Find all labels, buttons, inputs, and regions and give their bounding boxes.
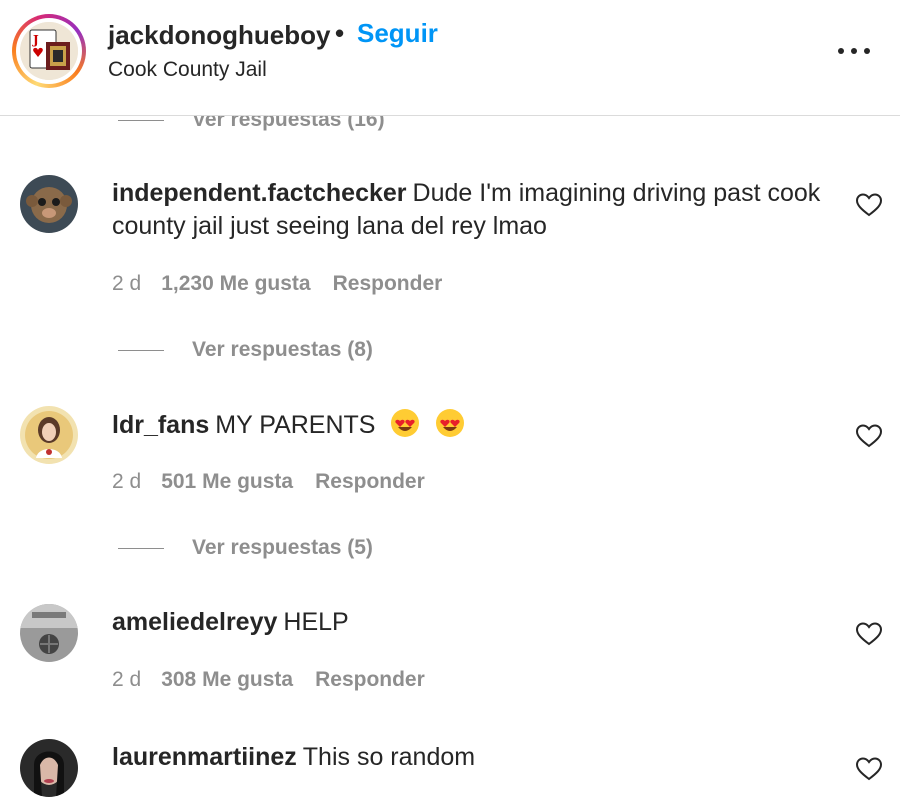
reply-divider-line [118, 547, 164, 550]
commenter-avatar[interactable] [20, 406, 78, 464]
like-heart-icon[interactable] [855, 622, 883, 646]
comment-text: ameliedelreyy HELP [112, 606, 832, 639]
comment-likes[interactable]: 308 Me gusta [161, 668, 293, 691]
comment-text: independent.factchecker Dude I'm imaginin… [112, 177, 832, 243]
comment-likes[interactable]: 1,230 Me gusta [161, 272, 310, 295]
svg-text:J: J [32, 33, 39, 47]
commenter-username[interactable]: laurenmartiinez [112, 743, 297, 771]
follow-button[interactable]: Seguir [357, 18, 438, 49]
post-location[interactable]: Cook County Jail [108, 58, 267, 82]
view-replies-button[interactable]: Ver respuestas (8) [118, 338, 373, 362]
comment-text: ldr_fans MY PARENTS [112, 408, 832, 442]
commenter-username[interactable]: ameliedelreyy [112, 608, 277, 636]
comment-time[interactable]: 2 d [112, 470, 141, 493]
like-heart-icon[interactable] [855, 757, 883, 781]
commenter-username[interactable]: ldr_fans [112, 411, 209, 439]
comment-content: This so random [302, 743, 476, 771]
like-heart-icon[interactable] [855, 193, 883, 217]
comment-likes[interactable]: 501 Me gusta [161, 470, 293, 493]
reply-divider-line [118, 349, 164, 352]
post-header: J jackdonoghueboy • Seguir Cook County J… [0, 0, 900, 116]
commenter-username[interactable]: independent.factchecker [112, 179, 407, 207]
playing-card-avatar-icon: J [20, 22, 78, 80]
heart-eyes-emoji-icon [391, 409, 420, 437]
reply-divider-line [118, 119, 164, 122]
comment-time[interactable]: 2 d [112, 668, 141, 691]
reply-button[interactable]: Responder [315, 470, 425, 493]
comment-content: MY PARENTS [215, 411, 376, 439]
comment-meta: 2 d 1,230 Me gusta Responder [112, 272, 442, 296]
heart-eyes-emoji-icon [436, 409, 465, 437]
comment-text: laurenmartiinez This so random [112, 741, 832, 774]
reply-button[interactable]: Responder [333, 272, 443, 295]
profile-avatar[interactable]: J [12, 14, 86, 88]
comment-meta: 2 d 308 Me gusta Responder [112, 668, 425, 692]
comment-time[interactable]: 2 d [112, 272, 141, 295]
separator-dot: • [335, 18, 345, 48]
commenter-avatar[interactable] [20, 739, 78, 797]
like-heart-icon[interactable] [855, 424, 883, 448]
post-author-username[interactable]: jackdonoghueboy [108, 20, 330, 51]
comment-content: HELP [283, 608, 349, 636]
comment-meta: 2 d 501 Me gusta Responder [112, 470, 425, 494]
commenter-avatar[interactable] [20, 175, 78, 233]
more-options-icon[interactable] [834, 36, 874, 66]
view-replies-button[interactable]: Ver respuestas (5) [118, 536, 373, 560]
commenter-avatar[interactable] [20, 604, 78, 662]
reply-button[interactable]: Responder [315, 668, 425, 691]
